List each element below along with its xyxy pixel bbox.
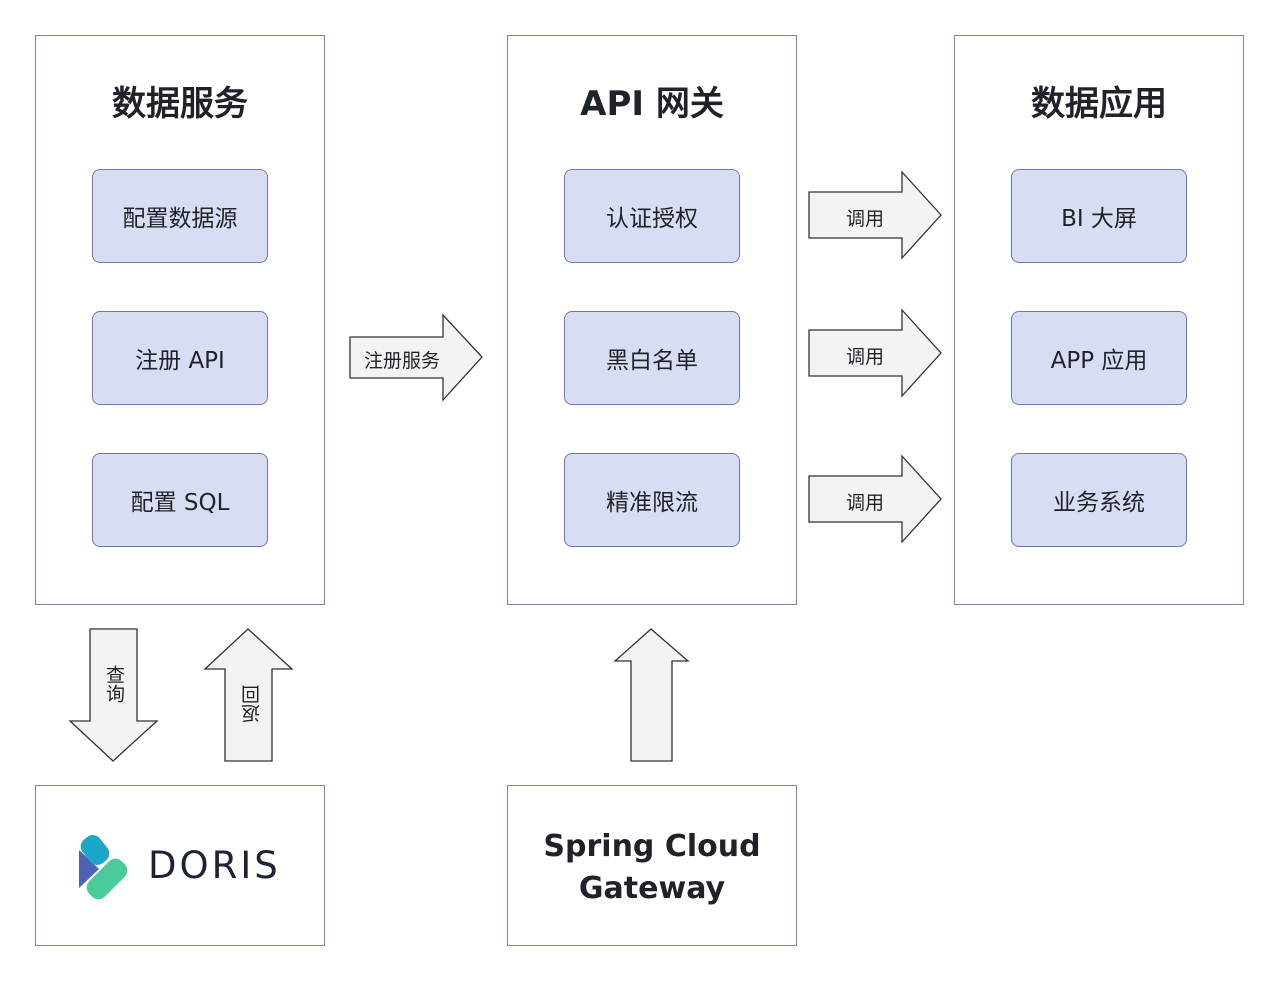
api-gateway-panel: API 网关 认证授权 黑白名单 精准限流	[507, 35, 797, 605]
configure-sql-node[interactable]: 配置 SQL	[92, 453, 268, 547]
invoke-arrow: 调用	[808, 454, 942, 544]
query-label: 查询	[103, 665, 125, 703]
register-api-node[interactable]: 注册 API	[92, 311, 268, 405]
invoke-label: 调用	[846, 492, 885, 514]
register-service-arrow: 注册服务	[349, 313, 483, 402]
register-service-label: 注册服务	[364, 350, 441, 372]
api-gateway-title: API 网关	[580, 84, 724, 124]
return-arrow: 返回	[203, 628, 294, 762]
invoke-arrow: 调用	[808, 308, 942, 398]
gateway-name-line1: Spring Cloud	[543, 829, 761, 864]
doris-logo-icon	[79, 835, 128, 900]
rate-limit-node[interactable]: 精准限流	[564, 453, 740, 547]
app-node[interactable]: APP 应用	[1011, 311, 1187, 405]
up-arrow-icon	[613, 628, 690, 762]
data-apps-panel: 数据应用 BI 大屏 APP 应用 业务系统	[954, 35, 1244, 605]
blacklist-whitelist-node[interactable]: 黑白名单	[564, 311, 740, 405]
auth-node[interactable]: 认证授权	[564, 169, 740, 263]
data-apps-title: 数据应用	[1031, 84, 1167, 124]
data-service-panel: 数据服务 配置数据源 注册 API 配置 SQL	[35, 35, 325, 605]
bi-dashboard-node[interactable]: BI 大屏	[1011, 169, 1187, 263]
invoke-label: 调用	[846, 208, 885, 230]
spring-cloud-gateway-box: Spring Cloud Gateway	[507, 785, 797, 946]
doris-name: DORIS	[148, 844, 281, 887]
return-label: 返回	[241, 685, 263, 723]
gateway-up-arrow	[613, 628, 690, 762]
gateway-name-line2: Gateway	[578, 871, 726, 906]
invoke-arrow: 调用	[808, 170, 942, 260]
doris-box: DORIS	[35, 785, 325, 946]
configure-datasource-node[interactable]: 配置数据源	[92, 169, 268, 263]
data-service-title: 数据服务	[112, 84, 248, 124]
invoke-label: 调用	[846, 346, 885, 368]
business-system-node[interactable]: 业务系统	[1011, 453, 1187, 547]
query-arrow: 查询	[68, 628, 159, 762]
